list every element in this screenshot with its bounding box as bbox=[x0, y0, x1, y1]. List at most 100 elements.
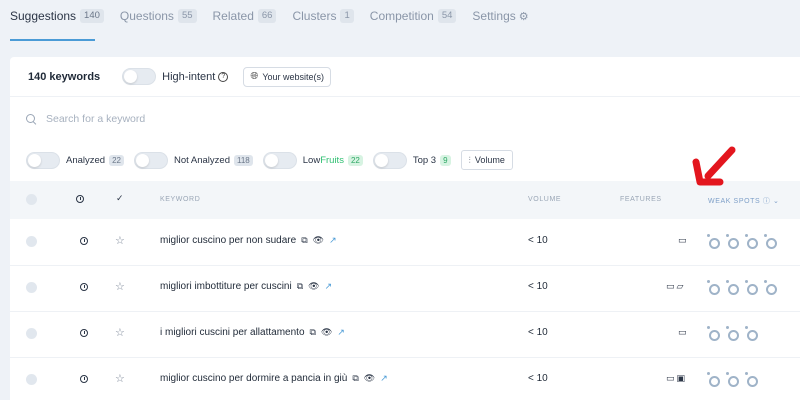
filter-bar: Analyzed 22 Not Analyzed 118 LowFruits 2… bbox=[10, 145, 800, 175]
tab-questions[interactable]: Questions 55 bbox=[120, 0, 197, 32]
star-icon[interactable]: ☆ bbox=[115, 372, 125, 385]
clock-icon[interactable] bbox=[76, 195, 84, 203]
features-cell: ▭ ▱ bbox=[664, 281, 683, 292]
keyword-cell: i migliori cuscini per allattamento ⧉ 👁︎ ↗ bbox=[160, 327, 345, 338]
your-website-button[interactable]: 🌐︎ Your website(s) bbox=[243, 66, 332, 87]
weak-spot-icon[interactable] bbox=[726, 280, 739, 295]
tab-label: Competition bbox=[369, 9, 434, 23]
keyword-text[interactable]: migliori imbottiture per cuscini bbox=[160, 281, 292, 292]
volume-cell: < 10 bbox=[528, 373, 548, 384]
tab-count-badge: 1 bbox=[340, 9, 354, 23]
eye-icon[interactable]: 👁︎ bbox=[364, 373, 375, 384]
filter-analyzed[interactable]: Analyzed 22 bbox=[26, 151, 124, 169]
header-features[interactable]: FEATURES bbox=[620, 196, 662, 203]
filter-count-badge: 22 bbox=[347, 154, 363, 166]
keyword-text[interactable]: miglior cuscino per dormire a pancia in … bbox=[160, 373, 347, 384]
eye-icon[interactable]: 👁︎ bbox=[313, 235, 324, 246]
lowfruits-toggle[interactable] bbox=[262, 151, 297, 169]
header-keyword[interactable]: KEYWORD bbox=[160, 196, 200, 203]
website-button-label: Your website(s) bbox=[262, 71, 325, 82]
clock-icon[interactable] bbox=[80, 329, 88, 337]
weak-spot-icon[interactable] bbox=[745, 372, 758, 387]
volume-button-label: Volume bbox=[474, 155, 505, 165]
clock-icon[interactable] bbox=[80, 283, 88, 291]
clock-icon[interactable] bbox=[80, 375, 88, 383]
info-icon[interactable]: ? bbox=[218, 71, 229, 82]
filter-label: LowFruits bbox=[303, 155, 344, 166]
tab-suggestions[interactable]: Suggestions 140 bbox=[10, 0, 104, 32]
copy-icon[interactable]: ⧉ bbox=[352, 373, 358, 384]
tab-related[interactable]: Related 66 bbox=[213, 0, 277, 32]
row-checkbox[interactable] bbox=[26, 236, 37, 247]
tab-settings[interactable]: Settings ⚙ bbox=[472, 0, 528, 32]
tab-count-badge: 54 bbox=[437, 9, 457, 23]
tab-label: Suggestions bbox=[10, 9, 77, 23]
tab-label: Clusters bbox=[292, 9, 337, 23]
top3-toggle[interactable] bbox=[372, 151, 407, 169]
features-cell: ▭ bbox=[676, 327, 687, 338]
keyword-search-input[interactable] bbox=[46, 113, 346, 125]
copy-icon[interactable]: ⧉ bbox=[297, 281, 303, 292]
eye-icon[interactable]: 👁︎ bbox=[321, 327, 332, 338]
filter-label: Analyzed bbox=[66, 154, 106, 166]
weak-spot-icon[interactable] bbox=[764, 280, 777, 295]
filter-label: Not Analyzed bbox=[174, 154, 230, 166]
card-icon: ▭ bbox=[678, 327, 687, 337]
row-checkbox[interactable] bbox=[26, 282, 37, 293]
select-all-checkbox[interactable] bbox=[26, 194, 37, 205]
external-link-icon[interactable]: ↗ bbox=[325, 281, 333, 292]
info-icon: ⓘ bbox=[762, 198, 771, 205]
external-link-icon[interactable]: ↗ bbox=[329, 235, 337, 246]
star-icon[interactable]: ☆ bbox=[115, 234, 125, 247]
chevron-down-icon: ⌄ bbox=[773, 198, 780, 205]
tab-bar: Suggestions 140 Questions 55 Related 66 Clu… bbox=[0, 0, 800, 40]
weak-spot-icon[interactable] bbox=[745, 234, 758, 249]
card-icon: ▭ bbox=[666, 373, 675, 383]
map-icon: ▱ bbox=[676, 281, 684, 291]
keyword-text[interactable]: miglior cuscino per non sudare bbox=[160, 235, 296, 246]
weak-spot-icon[interactable] bbox=[707, 234, 720, 249]
star-icon[interactable]: ☆ bbox=[115, 280, 125, 293]
weak-spot-icon[interactable] bbox=[745, 326, 758, 341]
card-icon: ▭ bbox=[678, 235, 687, 245]
external-link-icon[interactable]: ↗ bbox=[337, 327, 345, 338]
tab-competition[interactable]: Competition 54 bbox=[370, 0, 457, 32]
row-checkbox[interactable] bbox=[26, 328, 37, 339]
weak-spot-icon[interactable] bbox=[707, 372, 720, 387]
sliders-icon: ⫶ bbox=[468, 154, 471, 165]
weak-spot-icon[interactable] bbox=[726, 326, 739, 341]
table-header bbox=[10, 181, 800, 219]
filter-count-badge: 9 bbox=[440, 154, 451, 166]
filter-label: Top 3 bbox=[412, 154, 437, 166]
tab-label: Questions bbox=[119, 9, 174, 23]
weak-spot-icon[interactable] bbox=[745, 280, 758, 295]
weak-spot-icon[interactable] bbox=[726, 372, 739, 387]
weak-spot-icon[interactable] bbox=[764, 234, 777, 249]
clock-icon[interactable] bbox=[80, 237, 88, 245]
keyword-text[interactable]: i migliori cuscini per allattamento bbox=[160, 327, 305, 338]
volume-filter-button[interactable]: ⫶ Volume bbox=[460, 150, 513, 170]
row-checkbox[interactable] bbox=[26, 374, 37, 385]
tab-count-badge: 66 bbox=[257, 9, 277, 23]
weak-spot-icon[interactable] bbox=[707, 326, 720, 341]
copy-icon[interactable]: ⧉ bbox=[301, 235, 307, 246]
filter-lowfruits[interactable]: LowFruits 22 bbox=[262, 151, 363, 169]
weak-spot-icon[interactable] bbox=[707, 280, 720, 295]
lowfruits-label-low: Low bbox=[302, 154, 321, 166]
copy-icon[interactable]: ⧉ bbox=[310, 327, 316, 338]
search-icon bbox=[26, 114, 36, 124]
tab-clusters[interactable]: Clusters 1 bbox=[292, 0, 354, 32]
star-icon[interactable]: ☆ bbox=[115, 326, 125, 339]
weak-spot-icon[interactable] bbox=[726, 234, 739, 249]
check-icon[interactable]: ✓ bbox=[116, 193, 124, 204]
not-analyzed-toggle[interactable] bbox=[134, 151, 168, 169]
external-link-icon[interactable]: ↗ bbox=[380, 373, 388, 384]
keyword-cell: migliori imbottiture per cuscini ⧉ 👁︎ ↗ bbox=[160, 281, 332, 292]
analyzed-toggle[interactable] bbox=[26, 151, 60, 169]
filter-not-analyzed[interactable]: Not Analyzed 118 bbox=[134, 151, 253, 169]
high-intent-toggle[interactable] bbox=[122, 68, 157, 85]
eye-icon[interactable]: 👁︎ bbox=[308, 281, 319, 292]
header-weak-spots[interactable]: WEAK SPOTS ⓘ ⌄ bbox=[708, 196, 779, 206]
header-volume[interactable]: VOLUME bbox=[528, 196, 561, 203]
filter-top3[interactable]: Top 3 9 bbox=[372, 151, 451, 169]
